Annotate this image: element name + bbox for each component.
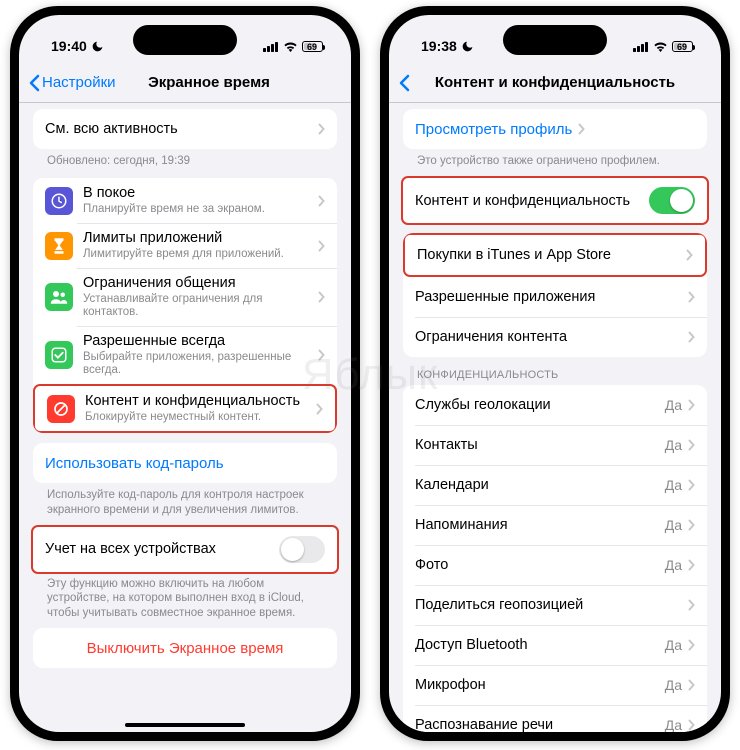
row-value: Да (665, 717, 682, 732)
screentime-item-0[interactable]: В покое Планируйте время не за экраном. (33, 178, 337, 223)
screentime-item-4[interactable]: Контент и конфиденциальность Блокируйте … (35, 386, 335, 431)
row-icon (45, 187, 73, 215)
cellular-icon (263, 41, 279, 52)
wifi-icon (653, 41, 668, 52)
phone-right: 19:38 69 Контент и конфид (380, 6, 730, 741)
row-value: Да (665, 677, 682, 693)
chevron-right-icon (688, 291, 695, 303)
row-value: Да (665, 477, 682, 493)
share-across-devices[interactable]: Учет на всех устройствах (33, 527, 337, 572)
battery-icon: 69 (302, 41, 323, 52)
row-value: Да (665, 437, 682, 453)
chevron-right-icon (688, 679, 695, 691)
content-row-0[interactable]: Покупки в iTunes и App Store (405, 235, 705, 275)
dnd-moon-icon (461, 40, 474, 53)
dynamic-island (133, 25, 237, 55)
row-title: В покое (83, 185, 312, 202)
use-passcode[interactable]: Использовать код-пароль (33, 443, 337, 483)
wifi-icon (283, 41, 298, 52)
see-all-activity[interactable]: См. всю активность (33, 109, 337, 149)
toggle[interactable] (279, 536, 325, 563)
chevron-right-icon (318, 195, 325, 207)
content-privacy-toggle[interactable]: Контент и конфиденциальность (403, 178, 707, 223)
page-title: Экранное время (148, 74, 270, 91)
passcode-note: Используйте код-пароль для контроля наст… (33, 483, 337, 517)
chevron-right-icon (318, 349, 325, 361)
chevron-right-icon (688, 439, 695, 451)
privacy-row-1[interactable]: Контакты Да (403, 425, 707, 465)
row-subtitle: Выбирайте приложения, разрешенные всегда… (83, 351, 312, 377)
row-subtitle: Лимитируйте время для приложений. (83, 248, 312, 261)
row-icon (45, 283, 73, 311)
row-title: Разрешенные всегда (83, 333, 312, 350)
row-value: Да (665, 637, 682, 653)
chevron-right-icon (688, 479, 695, 491)
chevron-right-icon (318, 291, 325, 303)
privacy-row-5[interactable]: Поделиться геопозицией (403, 585, 707, 625)
clock: 19:40 (51, 38, 87, 54)
screentime-item-1[interactable]: Лимиты приложений Лимитируйте время для … (33, 223, 337, 268)
row-value: Да (665, 397, 682, 413)
chevron-right-icon (688, 559, 695, 571)
row-title: Ограничения общения (83, 275, 312, 292)
privacy-row-0[interactable]: Службы геолокации Да (403, 385, 707, 425)
privacy-row-4[interactable]: Фото Да (403, 545, 707, 585)
chevron-right-icon (688, 639, 695, 651)
chevron-right-icon (318, 240, 325, 252)
row-title: Контент и конфиденциальность (85, 393, 310, 410)
row-subtitle: Блокируйте неуместный контент. (85, 411, 310, 424)
row-icon (47, 395, 75, 423)
sharing-note: Эту функцию можно включить на любом устр… (33, 572, 337, 620)
row-subtitle: Устанавливайте ограничения для контактов… (83, 293, 312, 319)
toggle[interactable] (649, 187, 695, 214)
privacy-row-7[interactable]: Микрофон Да (403, 665, 707, 705)
dnd-moon-icon (91, 40, 104, 53)
chevron-right-icon (578, 123, 585, 135)
clock: 19:38 (421, 38, 457, 54)
privacy-row-3[interactable]: Напоминания Да (403, 505, 707, 545)
screentime-item-2[interactable]: Ограничения общения Устанавливайте огран… (33, 268, 337, 326)
content-row-1[interactable]: Разрешенные приложения (403, 277, 707, 317)
cellular-icon (633, 41, 649, 52)
row-value: Да (665, 517, 682, 533)
back-button[interactable]: Настройки (29, 74, 116, 92)
page-title: Контент и конфиденциальность (435, 74, 675, 91)
row-value: Да (665, 557, 682, 573)
nav-bar: Контент и конфиденциальность (389, 63, 721, 103)
row-icon (45, 341, 73, 369)
privacy-row-6[interactable]: Доступ Bluetooth Да (403, 625, 707, 665)
turn-off-screentime[interactable]: Выключить Экранное время (33, 628, 337, 668)
chevron-right-icon (688, 519, 695, 531)
chevron-right-icon (688, 599, 695, 611)
nav-bar: Настройки Экранное время (19, 63, 351, 103)
back-button[interactable] (399, 74, 410, 92)
chevron-right-icon (688, 719, 695, 731)
home-indicator (125, 723, 245, 727)
privacy-header: КОНФИДЕНЦИАЛЬНОСТЬ (389, 357, 721, 385)
updated-note: Обновлено: сегодня, 19:39 (33, 149, 337, 168)
phone-left: 19:40 69 Настройки (10, 6, 360, 741)
chevron-right-icon (688, 331, 695, 343)
privacy-row-2[interactable]: Календари Да (403, 465, 707, 505)
chevron-right-icon (686, 249, 693, 261)
content-row-2[interactable]: Ограничения контента (403, 317, 707, 357)
row-icon (45, 232, 73, 260)
row-title: Лимиты приложений (83, 230, 312, 247)
chevron-right-icon (318, 123, 325, 135)
dynamic-island (503, 25, 607, 55)
battery-icon: 69 (672, 41, 693, 52)
chevron-right-icon (316, 403, 323, 415)
screentime-item-3[interactable]: Разрешенные всегда Выбирайте приложения,… (33, 326, 337, 384)
privacy-row-8[interactable]: Распознавание речи Да (403, 705, 707, 732)
chevron-right-icon (688, 399, 695, 411)
profile-note: Это устройство также ограничено профилем… (403, 149, 707, 168)
view-profile[interactable]: Просмотреть профиль (403, 109, 707, 149)
row-subtitle: Планируйте время не за экраном. (83, 203, 312, 216)
